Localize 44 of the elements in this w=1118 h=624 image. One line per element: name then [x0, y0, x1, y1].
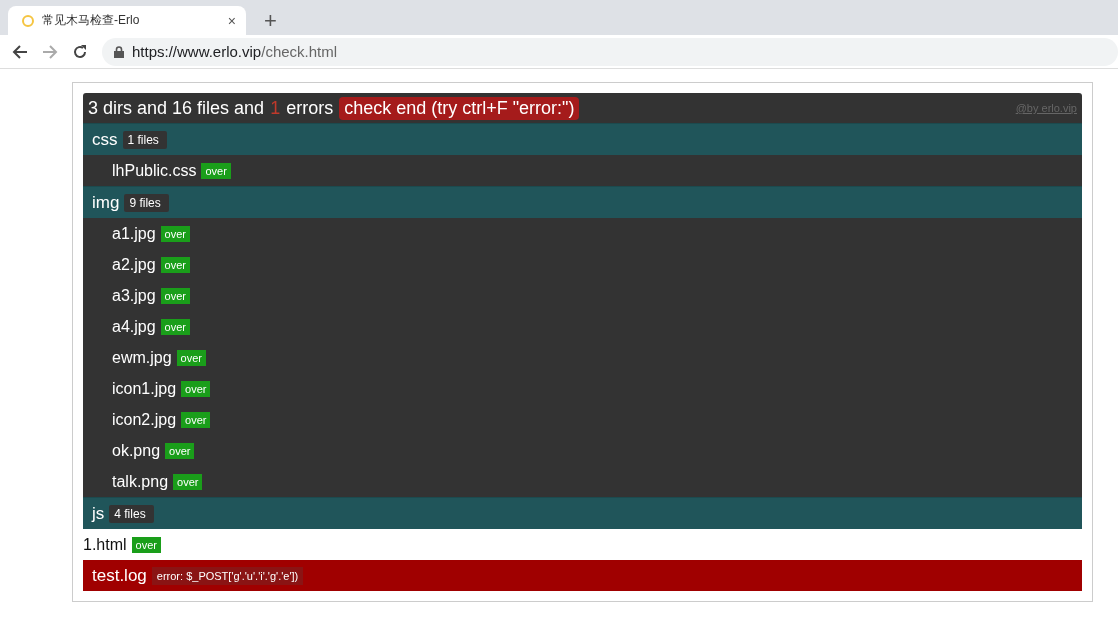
browser-tab[interactable]: 常见木马检查-Erlo ×	[8, 6, 246, 35]
status-tag: over	[181, 380, 211, 397]
url-text: https://www.erlo.vip/check.html	[132, 43, 338, 60]
file-name: test.log	[92, 565, 147, 586]
error-count: 1	[270, 97, 281, 119]
file-count: 9 files	[124, 193, 169, 212]
status-tag: over	[201, 162, 231, 179]
summary-text: errors	[286, 97, 334, 119]
status-tag: over	[160, 256, 190, 273]
summary-text: 3 dirs and 16 files and	[88, 97, 265, 119]
address-bar[interactable]: https://www.erlo.vip/check.html	[102, 37, 1118, 66]
file-name: a1.jpg	[112, 224, 156, 243]
file-count: 4 files	[109, 504, 154, 523]
file-name: a3.jpg	[112, 286, 156, 305]
status-tag: over	[131, 536, 161, 553]
site-logo-icon	[22, 14, 34, 27]
status-tag: over	[181, 411, 211, 428]
status-tag: over	[165, 442, 195, 459]
status-tag: over	[160, 225, 190, 242]
status-badge: check end (try ctrl+F "error:")	[339, 96, 580, 120]
file-name: 1.html	[83, 535, 127, 554]
folder-name: img	[92, 192, 120, 213]
folder-name: js	[92, 503, 105, 524]
file-count: 1 files	[122, 130, 167, 149]
file-name: icon2.jpg	[112, 410, 177, 429]
close-tab-button[interactable]: ×	[227, 12, 236, 29]
status-tag: over	[173, 473, 203, 490]
folder-name: css	[92, 129, 118, 150]
file-name: icon1.jpg	[112, 379, 177, 398]
new-tab-button[interactable]: +	[264, 10, 277, 32]
file-name: a4.jpg	[112, 317, 156, 336]
tab-title: 常见木马检查-Erlo	[42, 12, 141, 29]
status-tag: over	[160, 318, 190, 335]
status-tag: over	[176, 349, 206, 366]
status-tag: over	[160, 287, 190, 304]
file-name: ok.png	[112, 441, 161, 460]
lock-icon	[114, 45, 124, 58]
file-name: ewm.jpg	[112, 348, 172, 367]
file-name: a2.jpg	[112, 255, 156, 274]
back-icon[interactable]	[12, 43, 28, 60]
file-name: talk.png	[112, 472, 169, 491]
reload-icon[interactable]	[72, 43, 88, 60]
file-name: lhPublic.css	[112, 161, 197, 180]
error-message: error: $_POST['g'.'u'.'i'.'g'.'e'])	[151, 566, 304, 585]
